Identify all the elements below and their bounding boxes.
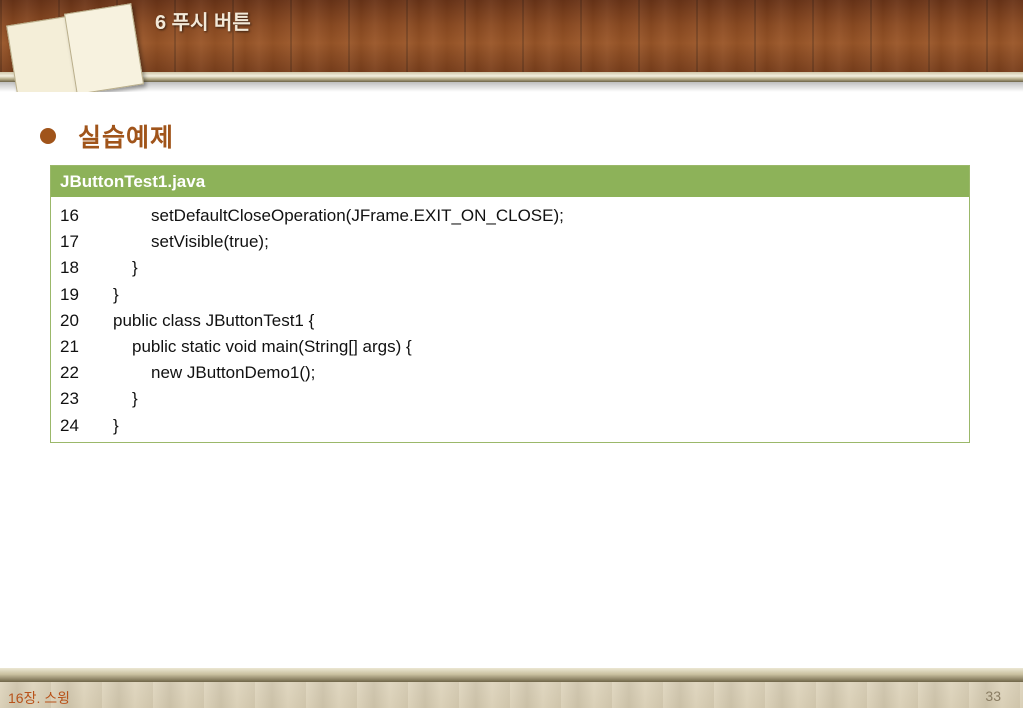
line-number: 22 <box>60 363 79 383</box>
code-text: setVisible(true); <box>151 232 269 252</box>
code-line: 16 setDefaultCloseOperation(JFrame.EXIT_O… <box>51 205 969 231</box>
book-right-page <box>64 3 144 92</box>
code-text: public class JButtonTest1 { <box>113 310 315 330</box>
line-number: 18 <box>60 258 79 278</box>
code-text: } <box>132 258 138 278</box>
code-text: setDefaultCloseOperation(JFrame.EXIT_ON_… <box>151 206 564 225</box>
book-icon <box>6 3 144 92</box>
code-line: 18} <box>51 257 969 283</box>
code-text: public static void main(String[] args) { <box>132 336 412 356</box>
code-text: } <box>132 389 138 409</box>
code-line: 22 new JButtonDemo1(); <box>51 362 969 388</box>
code-panel-filename: JButtonTest1.java <box>51 166 969 197</box>
line-number: 23 <box>60 389 79 409</box>
page-number: 33 <box>985 688 1001 704</box>
code-listing: 16 setDefaultCloseOperation(JFrame.EXIT_O… <box>51 205 969 441</box>
header-trim-shadow <box>0 82 1023 92</box>
line-number: 17 <box>60 232 79 252</box>
wood-background <box>0 0 1023 72</box>
line-number: 19 <box>60 284 79 304</box>
code-line: 24} <box>51 415 969 441</box>
section-title: 실습예제 <box>78 123 175 152</box>
code-line: 17 setVisible(true); <box>51 231 969 257</box>
code-line: 19} <box>51 284 969 310</box>
header-trim <box>0 72 1023 82</box>
header-banner: 6 푸시 버튼 <box>0 0 1023 92</box>
code-line: 23} <box>51 388 969 414</box>
section-heading: 실습예제 <box>40 118 174 154</box>
code-text: } <box>113 415 119 435</box>
footer-trim <box>0 668 1023 682</box>
footer-bar: 16장. 스윙 33 <box>0 668 1023 708</box>
line-number: 24 <box>60 415 79 435</box>
code-line: 21 public static void main(String[] args)… <box>51 336 969 362</box>
line-number: 21 <box>60 336 79 356</box>
bullet-icon <box>40 128 56 144</box>
slide-title: 6 푸시 버튼 <box>155 12 251 34</box>
footer-wood <box>0 682 1023 708</box>
code-line: 20 public class JButtonTest1 { <box>51 310 969 336</box>
code-text: new JButtonDemo1(); <box>151 363 316 383</box>
chapter-label: 16장. 스윙 <box>8 690 70 706</box>
code-panel: JButtonTest1.java 16 setDefaultCloseOpera… <box>50 165 970 443</box>
line-number: 16 <box>60 206 79 225</box>
code-text: } <box>113 284 119 304</box>
line-number: 20 <box>60 310 79 330</box>
